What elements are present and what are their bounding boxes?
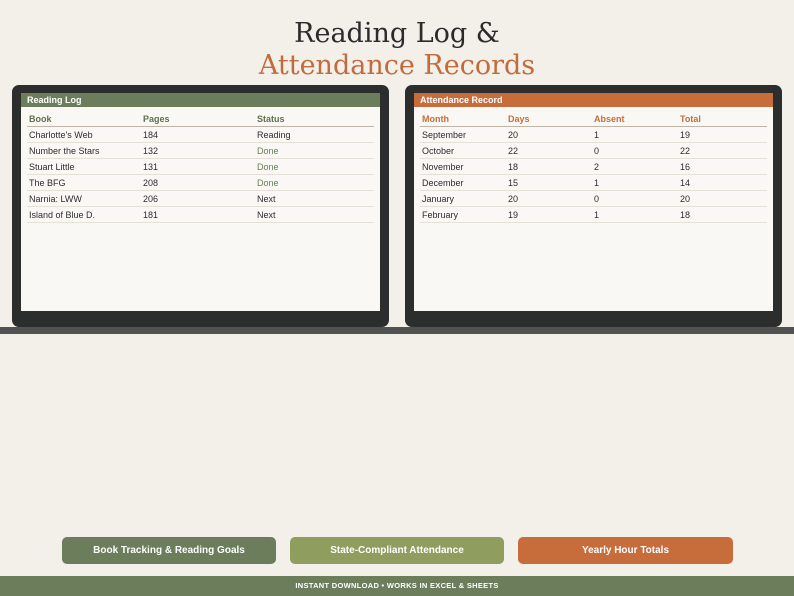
- cell-month: September: [420, 126, 506, 143]
- column-header-pages: Pages: [141, 111, 255, 127]
- table-row[interactable]: Number the Stars 132 Done: [27, 142, 374, 159]
- attendance-button[interactable]: State-Compliant Attendance: [290, 537, 504, 564]
- cell-pages: 184: [141, 126, 255, 143]
- cell-month: October: [420, 142, 506, 159]
- cell-days: 20: [506, 190, 592, 207]
- cell-status: Done: [255, 174, 374, 191]
- cell-month: November: [420, 158, 506, 175]
- cell-status: Reading: [255, 126, 374, 143]
- cell-absent: 2: [592, 158, 678, 175]
- shelf-divider: [0, 327, 794, 334]
- page-title-line1: Reading Log &: [294, 18, 500, 49]
- cell-days: 15: [506, 174, 592, 191]
- cell-book: Narnia: LWW: [27, 190, 141, 207]
- table-row[interactable]: Island of Blue D. 181 Next: [27, 206, 374, 223]
- cell-absent: 1: [592, 174, 678, 191]
- table-row[interactable]: January 20 0 20: [420, 190, 767, 207]
- table-row[interactable]: February 19 1 18: [420, 206, 767, 223]
- cell-total: 19: [678, 126, 767, 143]
- cell-absent: 1: [592, 206, 678, 223]
- cell-days: 19: [506, 206, 592, 223]
- cell-total: 14: [678, 174, 767, 191]
- reading-log-screen: Reading Log Book Pages Status Charlotte'…: [21, 93, 380, 311]
- column-header-status: Status: [255, 111, 374, 127]
- table-row[interactable]: The BFG 208 Done: [27, 174, 374, 191]
- cell-absent: 0: [592, 142, 678, 159]
- cell-absent: 1: [592, 126, 678, 143]
- cell-book: Island of Blue D.: [27, 206, 141, 223]
- cell-pages: 132: [141, 142, 255, 159]
- cell-pages: 208: [141, 174, 255, 191]
- table-header-row: Book Pages Status: [27, 111, 374, 127]
- cell-status: Next: [255, 190, 374, 207]
- cell-month: December: [420, 174, 506, 191]
- table-row[interactable]: Narnia: LWW 206 Next: [27, 190, 374, 207]
- cell-days: 18: [506, 158, 592, 175]
- attendance-screen: Attendance Record Month Days Absent Tota…: [414, 93, 773, 311]
- attendance-title: Attendance Record: [414, 93, 773, 107]
- cell-days: 22: [506, 142, 592, 159]
- column-header-absent: Absent: [592, 111, 678, 127]
- table-row[interactable]: Charlotte's Web 184 Reading: [27, 126, 374, 143]
- column-header-total: Total: [678, 111, 767, 127]
- cell-book: Charlotte's Web: [27, 126, 141, 143]
- column-header-days: Days: [506, 111, 592, 127]
- cell-total: 20: [678, 190, 767, 207]
- page-title-line2: Attendance Records: [258, 50, 536, 81]
- cell-total: 22: [678, 142, 767, 159]
- cell-total: 16: [678, 158, 767, 175]
- cell-absent: 0: [592, 190, 678, 207]
- reading-log-table: Book Pages Status Charlotte's Web 184 Re…: [27, 111, 374, 223]
- cell-pages: 181: [141, 206, 255, 223]
- table-row[interactable]: November 18 2 16: [420, 158, 767, 175]
- column-header-book: Book: [27, 111, 141, 127]
- table-row[interactable]: December 15 1 14: [420, 174, 767, 191]
- hour-totals-button[interactable]: Yearly Hour Totals: [518, 537, 733, 564]
- cell-book: Number the Stars: [27, 142, 141, 159]
- cell-total: 18: [678, 206, 767, 223]
- cell-days: 20: [506, 126, 592, 143]
- cell-pages: 131: [141, 158, 255, 175]
- cell-status: Next: [255, 206, 374, 223]
- cell-status: Done: [255, 142, 374, 159]
- cell-month: January: [420, 190, 506, 207]
- reading-log-device: Reading Log Book Pages Status Charlotte'…: [12, 85, 389, 327]
- cell-book: Stuart Little: [27, 158, 141, 175]
- footer-banner: INSTANT DOWNLOAD • WORKS IN EXCEL & SHEE…: [0, 576, 794, 596]
- cell-status: Done: [255, 158, 374, 175]
- column-header-month: Month: [420, 111, 506, 127]
- table-header-row: Month Days Absent Total: [420, 111, 767, 127]
- table-row[interactable]: October 22 0 22: [420, 142, 767, 159]
- attendance-table: Month Days Absent Total September 20 1 1…: [420, 111, 767, 223]
- attendance-device: Attendance Record Month Days Absent Tota…: [405, 85, 782, 327]
- cell-pages: 206: [141, 190, 255, 207]
- cell-book: The BFG: [27, 174, 141, 191]
- book-tracking-button[interactable]: Book Tracking & Reading Goals: [62, 537, 276, 564]
- table-row[interactable]: September 20 1 19: [420, 126, 767, 143]
- cell-month: February: [420, 206, 506, 223]
- reading-log-title: Reading Log: [21, 93, 380, 107]
- table-row[interactable]: Stuart Little 131 Done: [27, 158, 374, 175]
